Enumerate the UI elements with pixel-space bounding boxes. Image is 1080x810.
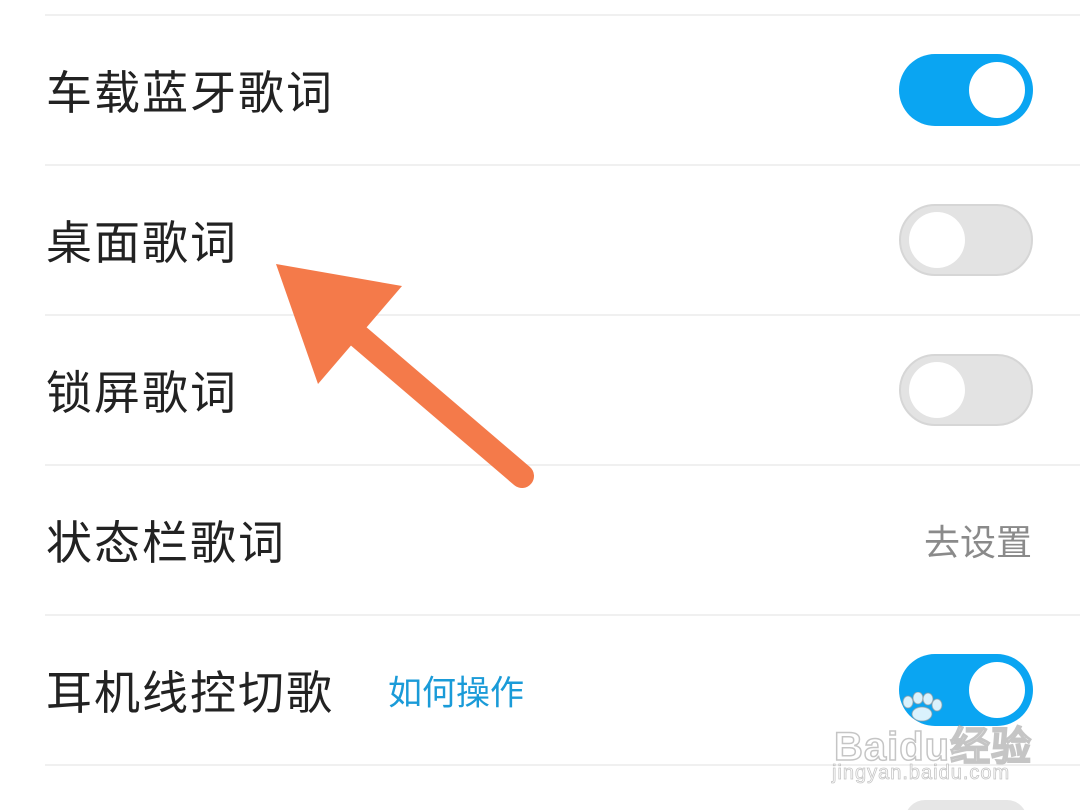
settings-screen: 车载蓝牙歌词 桌面歌词 锁屏歌词 状态栏歌词 去设置 耳机线控切歌 如何操作 B…	[0, 0, 1080, 810]
go-settings-link[interactable]: 去设置	[924, 514, 1032, 566]
setting-row-lockscreen-lyrics[interactable]: 锁屏歌词	[0, 316, 1080, 464]
toggle-knob	[909, 362, 965, 418]
toggle-knob	[969, 62, 1025, 118]
car-bluetooth-lyrics-toggle[interactable]	[899, 54, 1033, 126]
desktop-lyrics-toggle[interactable]	[899, 204, 1033, 276]
setting-label: 耳机线控切歌	[46, 666, 334, 720]
lockscreen-lyrics-toggle[interactable]	[899, 354, 1033, 426]
setting-label: 锁屏歌词	[46, 366, 238, 420]
setting-label: 车载蓝牙歌词	[46, 66, 334, 120]
next-row-toggle-partial[interactable]	[905, 800, 1027, 810]
setting-row-desktop-lyrics[interactable]: 桌面歌词	[0, 166, 1080, 314]
watermark-url: jingyan.baidu.com	[832, 762, 1011, 785]
setting-label: 状态栏歌词	[46, 516, 286, 570]
setting-row-statusbar-lyrics[interactable]: 状态栏歌词 去设置	[0, 466, 1080, 614]
watermark: Baidu经验 jingyan.baidu.com	[828, 688, 1068, 788]
toggle-knob	[909, 212, 965, 268]
setting-row-car-bluetooth-lyrics[interactable]: 车载蓝牙歌词	[0, 16, 1080, 164]
setting-label: 桌面歌词	[46, 216, 238, 270]
how-to-operate-link[interactable]: 如何操作	[388, 666, 524, 715]
